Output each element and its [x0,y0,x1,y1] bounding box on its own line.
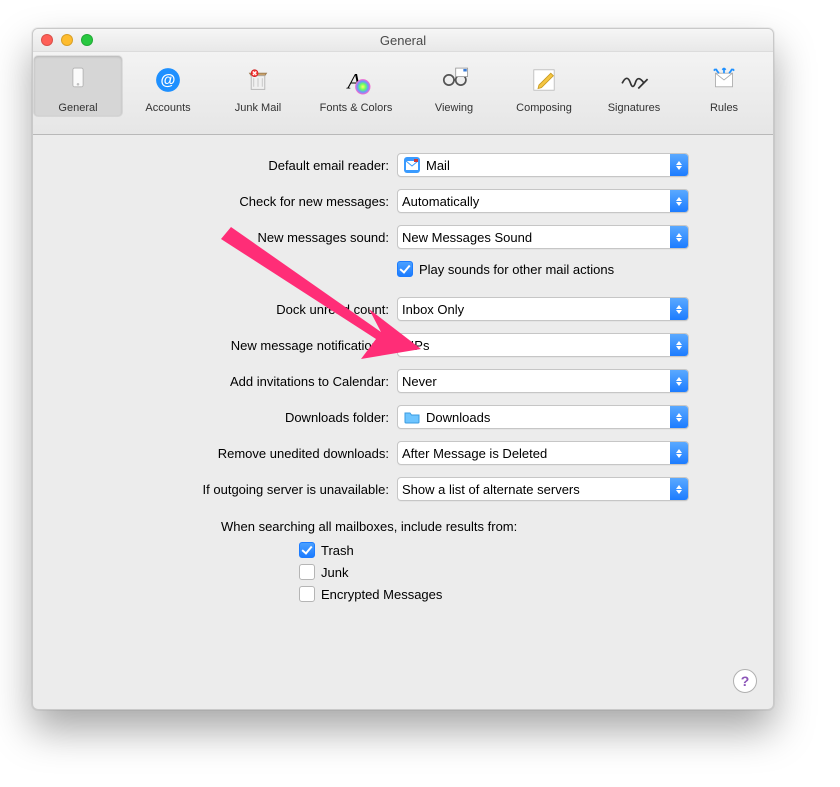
remove-downloads-label: Remove unedited downloads: [49,446,397,461]
remove-downloads-select[interactable]: After Message is Deleted [397,441,689,465]
window-title: General [380,33,426,48]
help-icon: ? [741,673,750,689]
dock-unread-label: Dock unread count: [49,302,397,317]
new-sound-select[interactable]: New Messages Sound [397,225,689,249]
search-junk-checkbox[interactable] [299,564,315,580]
dropdown-stepper-icon [670,370,688,392]
svg-text:@: @ [161,72,176,89]
search-trash-label: Trash [321,543,354,558]
signatures-icon [614,60,654,100]
invitations-label: Add invitations to Calendar: [49,374,397,389]
notifications-value: VIPs [398,338,670,353]
tab-fonts-colors[interactable]: A Fonts & Colors [304,56,408,116]
outgoing-server-select[interactable]: Show a list of alternate servers [397,477,689,501]
dropdown-stepper-icon [670,334,688,356]
dock-unread-value: Inbox Only [398,302,670,317]
tab-label: Composing [516,102,572,114]
tab-label: Signatures [608,102,661,114]
search-junk-row[interactable]: Junk [299,564,757,580]
tab-label: Accounts [145,102,190,114]
tab-label: Viewing [435,102,473,114]
dropdown-stepper-icon [670,226,688,248]
general-icon [58,60,98,100]
downloads-folder-value: Downloads [426,410,670,425]
search-section-header: When searching all mailboxes, include re… [221,519,757,534]
preferences-toolbar: General @ Accounts [33,52,773,135]
tab-rules[interactable]: Rules [680,56,768,116]
dropdown-stepper-icon [670,442,688,464]
tab-label: Fonts & Colors [320,102,393,114]
notifications-label: New message notifications: [49,338,397,353]
tab-label: General [58,102,97,114]
dropdown-stepper-icon [670,190,688,212]
titlebar: General [33,29,773,52]
remove-downloads-value: After Message is Deleted [398,446,670,461]
default-reader-select[interactable]: Mail [397,153,689,177]
search-encrypted-checkbox[interactable] [299,586,315,602]
junk-mail-icon [238,60,278,100]
fonts-colors-icon: A [336,60,376,100]
notifications-select[interactable]: VIPs [397,333,689,357]
tab-label: Junk Mail [235,102,281,114]
tab-accounts[interactable]: @ Accounts [124,56,212,116]
play-sounds-checkbox-row[interactable]: Play sounds for other mail actions [397,261,757,277]
tab-signatures[interactable]: Signatures [590,56,678,116]
tab-junk-mail[interactable]: Junk Mail [214,56,302,116]
dropdown-stepper-icon [670,406,688,428]
composing-icon [524,60,564,100]
minimize-button[interactable] [61,34,73,46]
default-reader-value: Mail [426,158,670,173]
search-junk-label: Junk [321,565,348,580]
search-trash-checkbox[interactable] [299,542,315,558]
check-messages-select[interactable]: Automatically [397,189,689,213]
downloads-folder-label: Downloads folder: [49,410,397,425]
invitations-value: Never [398,374,670,389]
tab-general[interactable]: General [34,56,122,116]
dropdown-stepper-icon [670,154,688,176]
dropdown-stepper-icon [670,478,688,500]
dock-unread-select[interactable]: Inbox Only [397,297,689,321]
check-messages-value: Automatically [398,194,670,209]
close-button[interactable] [41,34,53,46]
search-encrypted-label: Encrypted Messages [321,587,442,602]
search-encrypted-row[interactable]: Encrypted Messages [299,586,757,602]
play-sounds-checkbox[interactable] [397,261,413,277]
help-button[interactable]: ? [733,669,757,693]
tab-label: Rules [710,102,738,114]
tab-composing[interactable]: Composing [500,56,588,116]
check-messages-label: Check for new messages: [49,194,397,209]
dropdown-stepper-icon [670,298,688,320]
accounts-icon: @ [148,60,188,100]
new-sound-label: New messages sound: [49,230,397,245]
outgoing-server-value: Show a list of alternate servers [398,482,670,497]
downloads-folder-select[interactable]: Downloads [397,405,689,429]
settings-body: Default email reader: Mail [33,135,773,618]
folder-icon [404,409,420,425]
tab-viewing[interactable]: Viewing [410,56,498,116]
invitations-select[interactable]: Never [397,369,689,393]
play-sounds-label: Play sounds for other mail actions [419,262,614,277]
mail-app-icon [404,157,420,173]
default-reader-label: Default email reader: [49,158,397,173]
zoom-button[interactable] [81,34,93,46]
preferences-window: General General @ [32,28,774,710]
rules-icon [704,60,744,100]
search-trash-row[interactable]: Trash [299,542,757,558]
new-sound-value: New Messages Sound [398,230,670,245]
traffic-lights [41,34,93,46]
viewing-icon [434,60,474,100]
outgoing-server-label: If outgoing server is unavailable: [49,482,397,497]
